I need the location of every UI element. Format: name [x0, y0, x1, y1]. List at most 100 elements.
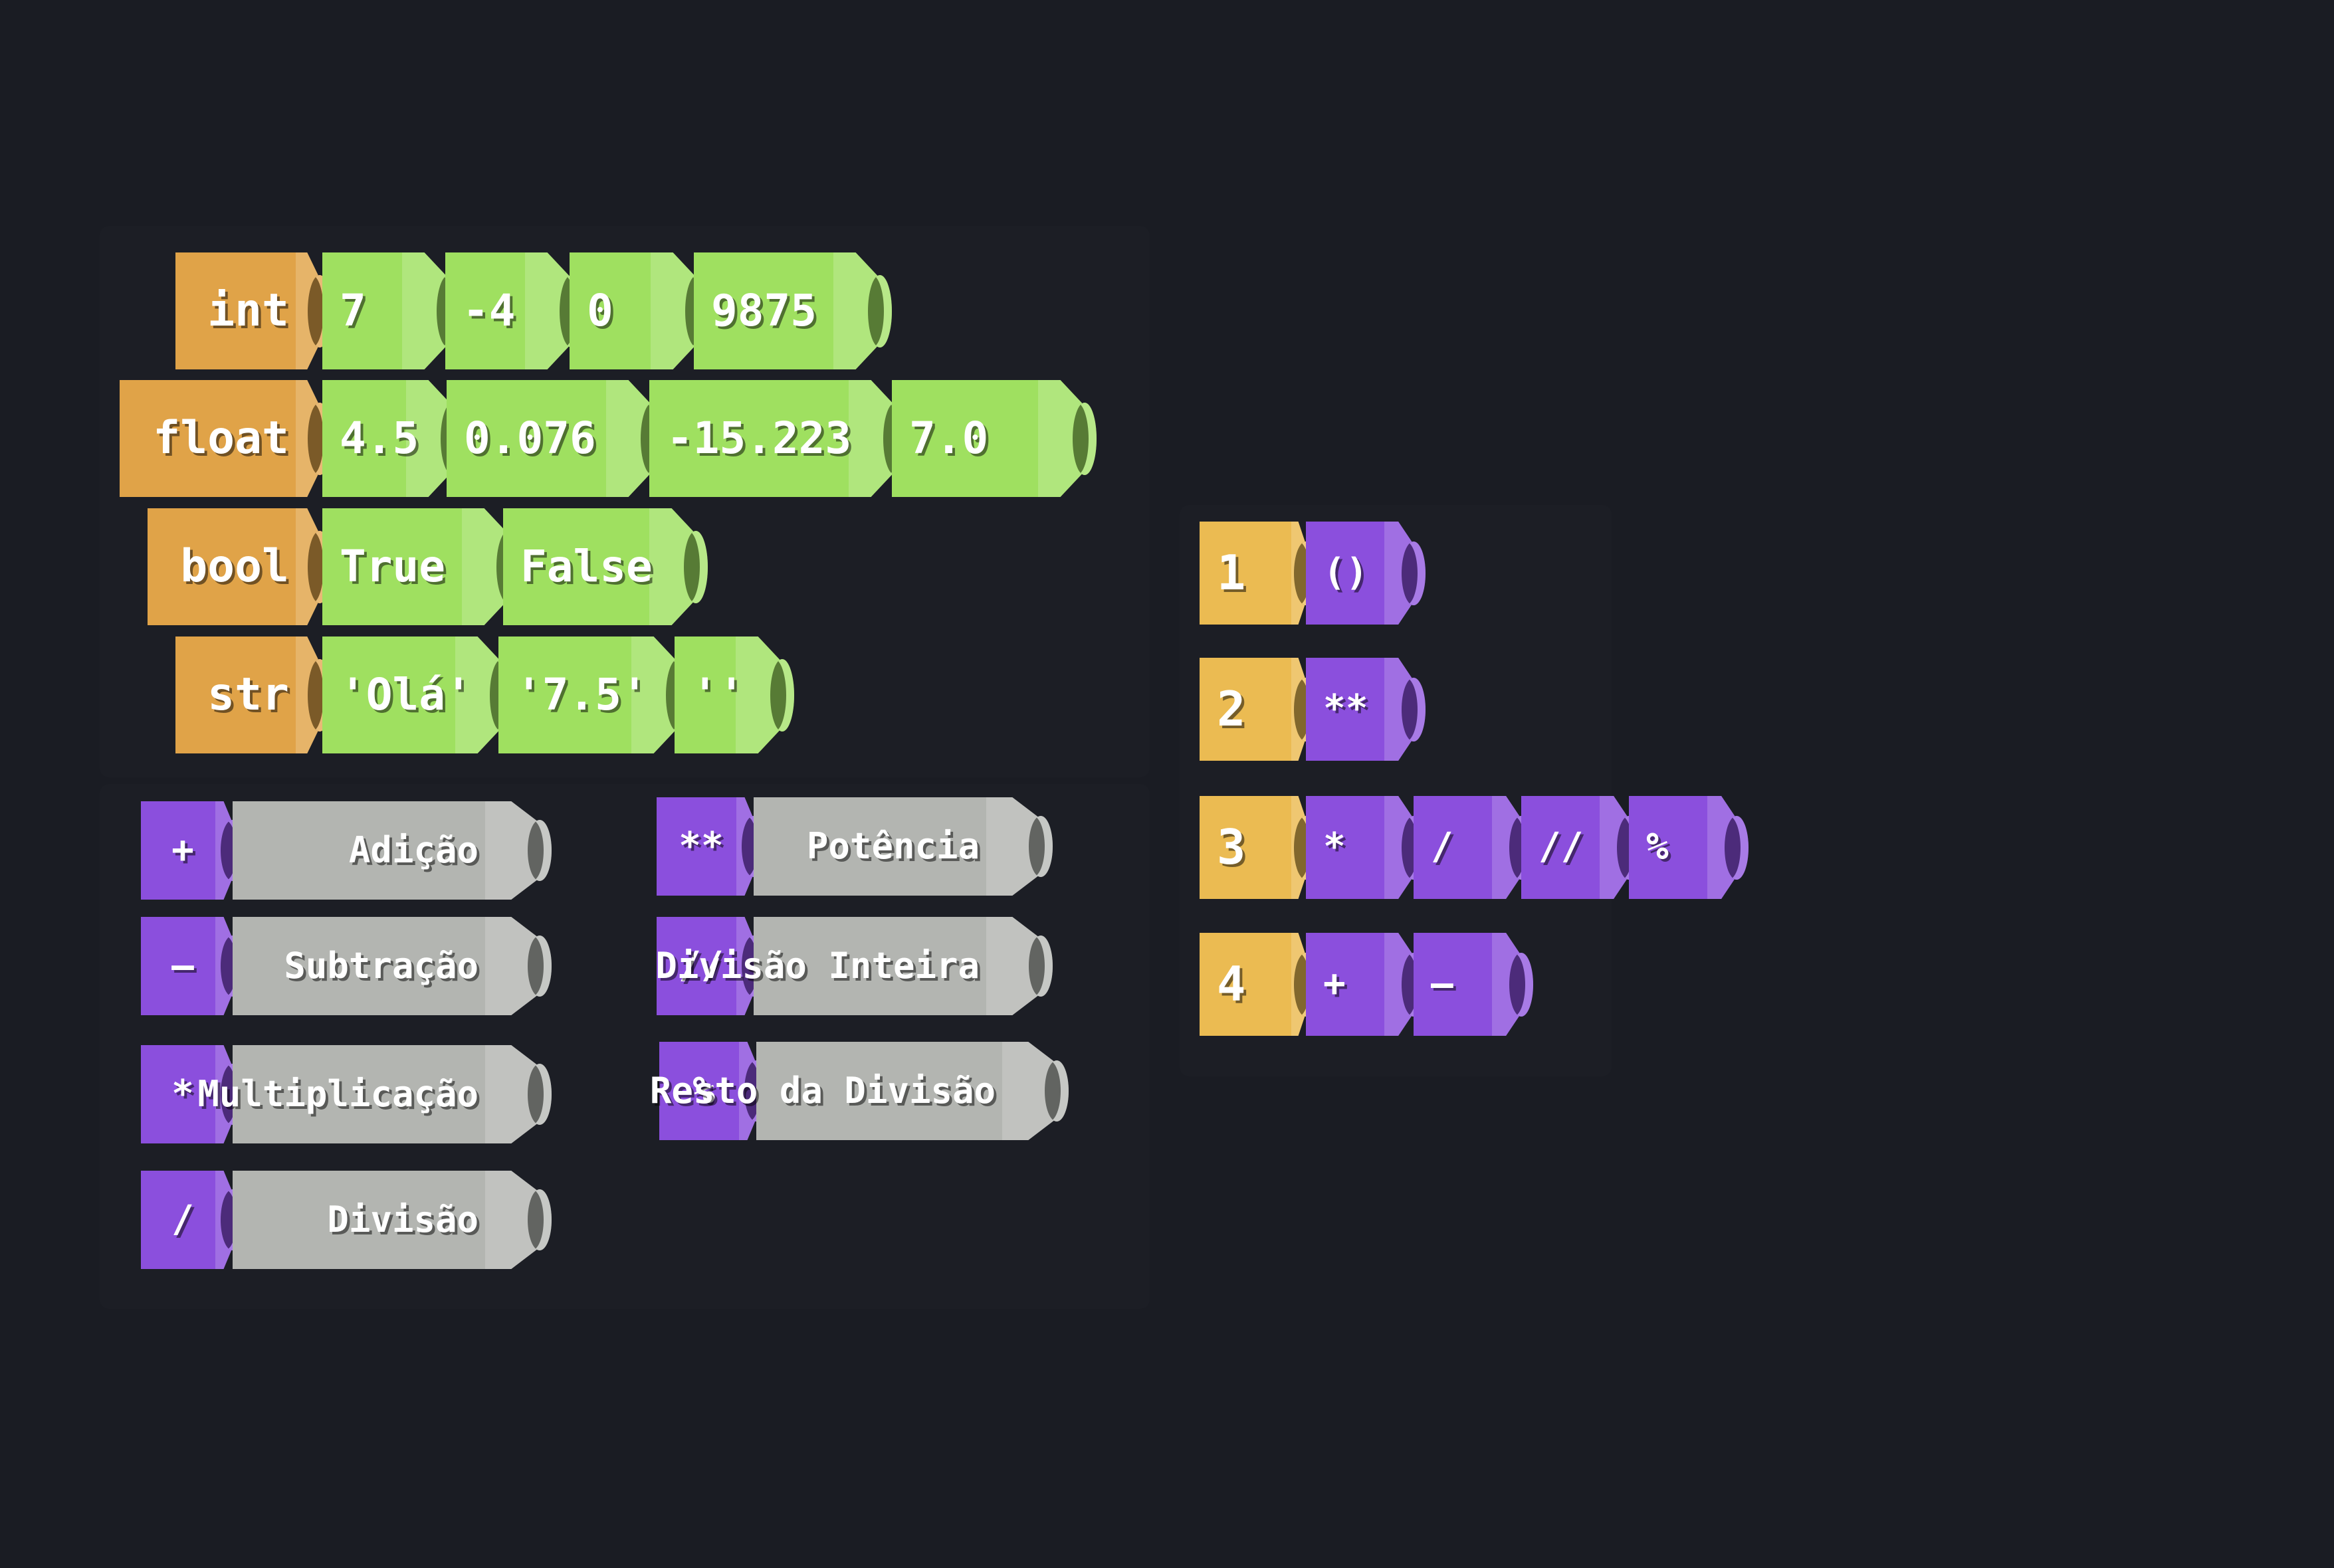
operator-name: Potência	[806, 825, 980, 867]
connector-peg-icon	[528, 935, 552, 997]
type-block-bool[interactable]: bool	[148, 508, 332, 625]
precedence-op-plus[interactable]: +	[1306, 933, 1426, 1036]
precedence-level: 4	[1217, 955, 1246, 1012]
block-face: 4.5	[322, 380, 419, 497]
precedence-op: %	[1646, 825, 1669, 869]
precedence-op-minus[interactable]: –	[1414, 933, 1533, 1036]
block-face: Subtração	[233, 917, 485, 1015]
precedence-op: /	[1431, 825, 1453, 869]
value-block-str-2[interactable]: '7.5'	[498, 637, 690, 753]
operator-name-resto-da-divisao[interactable]: Resto da Divisão	[650, 1042, 1069, 1140]
value-label: 4.5	[340, 413, 419, 464]
value-block-float-1[interactable]: 4.5	[322, 380, 465, 497]
block-face: **	[657, 797, 736, 896]
value-label: False	[520, 541, 653, 593]
operator-symbol: +	[171, 828, 194, 872]
block-face: *	[1306, 796, 1384, 899]
block-face: 1	[1200, 522, 1291, 625]
connector-peg-icon	[1402, 678, 1426, 741]
operator-name: Adição	[348, 829, 478, 871]
precedence-level: 2	[1217, 680, 1246, 737]
block-face: '7.5'	[498, 637, 648, 753]
operator-name: Multiplicação	[197, 1072, 478, 1115]
block-face: %	[1629, 796, 1707, 899]
connector-peg-icon	[528, 1189, 552, 1250]
block-face: 9875	[694, 252, 833, 369]
precedence-op-double-asterisk[interactable]: **	[1306, 658, 1426, 761]
value-label: '7.5'	[516, 669, 648, 721]
connector-peg-icon	[868, 275, 892, 347]
type-name: int	[207, 284, 289, 338]
operator-name-subtracao[interactable]: Subtração	[233, 917, 552, 1015]
operator-symbol: *	[171, 1072, 194, 1116]
block-face: Divisão	[233, 1171, 485, 1269]
operator-name: Divisão	[327, 1198, 478, 1240]
operator-name-multiplicacao[interactable]: Multiplicação	[197, 1045, 552, 1143]
block-face: ''	[675, 637, 744, 753]
connector-peg-icon	[684, 531, 708, 603]
precedence-op: //	[1538, 825, 1584, 869]
value-block-str-1[interactable]: 'Olá'	[322, 637, 514, 753]
block-face: -4	[445, 252, 525, 369]
precedence-level-2[interactable]: 2	[1200, 658, 1318, 761]
precedence-op: +	[1323, 962, 1346, 1006]
connector-peg-icon	[770, 659, 794, 732]
value-block-int-4[interactable]: 9875	[694, 252, 892, 369]
operator-name-divisao-inteira[interactable]: Divisão Inteira	[655, 917, 1053, 1015]
operator-symbol-minus[interactable]: –	[141, 917, 245, 1015]
block-face: 3	[1200, 796, 1291, 899]
connector-peg-icon	[1402, 541, 1426, 605]
value-block-bool-2[interactable]: False	[503, 508, 708, 625]
type-block-str[interactable]: str	[175, 637, 332, 753]
operator-symbol-plus[interactable]: +	[141, 801, 245, 900]
type-name: float	[153, 412, 289, 465]
precedence-level-3[interactable]: 3	[1200, 796, 1318, 899]
precedence-level-1[interactable]: 1	[1200, 522, 1318, 625]
operator-symbol-slash[interactable]: /	[141, 1171, 245, 1269]
block-face: 2	[1200, 658, 1291, 761]
operator-name-adicao[interactable]: Adição	[233, 801, 552, 900]
value-block-float-4[interactable]: 7.0	[892, 380, 1097, 497]
type-block-float[interactable]: float	[120, 380, 332, 497]
type-block-int[interactable]: int	[175, 252, 332, 369]
connector-peg-icon	[1029, 935, 1053, 997]
precedence-level-4[interactable]: 4	[1200, 933, 1318, 1036]
value-block-float-2[interactable]: 0.076	[447, 380, 665, 497]
precedence-op-percent[interactable]: %	[1629, 796, 1749, 899]
operator-name-divisao[interactable]: Divisão	[233, 1171, 552, 1269]
block-face: Divisão Inteira	[655, 917, 986, 1015]
block-face: /	[141, 1171, 215, 1269]
operator-symbol-double-asterisk[interactable]: **	[657, 797, 766, 896]
block-canvas: int 7 -4 0 9875 float 4.5 0.076 -15.223 7.0 bool Tr…	[0, 0, 2334, 1568]
operator-name: Resto da Divisão	[649, 1069, 996, 1112]
operator-name-potencia[interactable]: Potência	[754, 797, 1053, 896]
precedence-op-slash[interactable]: /	[1414, 796, 1533, 899]
block-face: +	[1306, 933, 1384, 1036]
type-name: bool	[180, 540, 289, 593]
value-block-int-1[interactable]: 7	[322, 252, 461, 369]
precedence-level: 3	[1217, 819, 1246, 875]
value-block-str-3[interactable]: ''	[675, 637, 794, 753]
value-label: 7	[340, 285, 366, 337]
block-face: /	[1414, 796, 1492, 899]
precedence-op-double-slash[interactable]: //	[1521, 796, 1641, 899]
operator-name: Subtração	[284, 944, 478, 987]
value-label: 0.076	[464, 413, 596, 464]
value-block-float-3[interactable]: -15.223	[649, 380, 907, 497]
value-label: ''	[692, 669, 745, 721]
value-block-int-3[interactable]: 0	[570, 252, 709, 369]
value-label: 'Olá'	[340, 669, 472, 721]
precedence-op-asterisk[interactable]: *	[1306, 796, 1426, 899]
value-block-int-2[interactable]: -4	[445, 252, 584, 369]
block-face: float	[120, 380, 296, 497]
block-face: Multiplicação	[197, 1045, 485, 1143]
precedence-op-parentheses[interactable]: ()	[1306, 522, 1426, 625]
value-label: True	[340, 541, 445, 593]
value-block-bool-1[interactable]: True	[322, 508, 520, 625]
type-name: str	[207, 668, 289, 722]
block-face: True	[322, 508, 462, 625]
block-face: –	[141, 917, 215, 1015]
precedence-op: ()	[1323, 551, 1368, 595]
block-face: False	[503, 508, 653, 625]
block-face: ()	[1306, 522, 1384, 625]
